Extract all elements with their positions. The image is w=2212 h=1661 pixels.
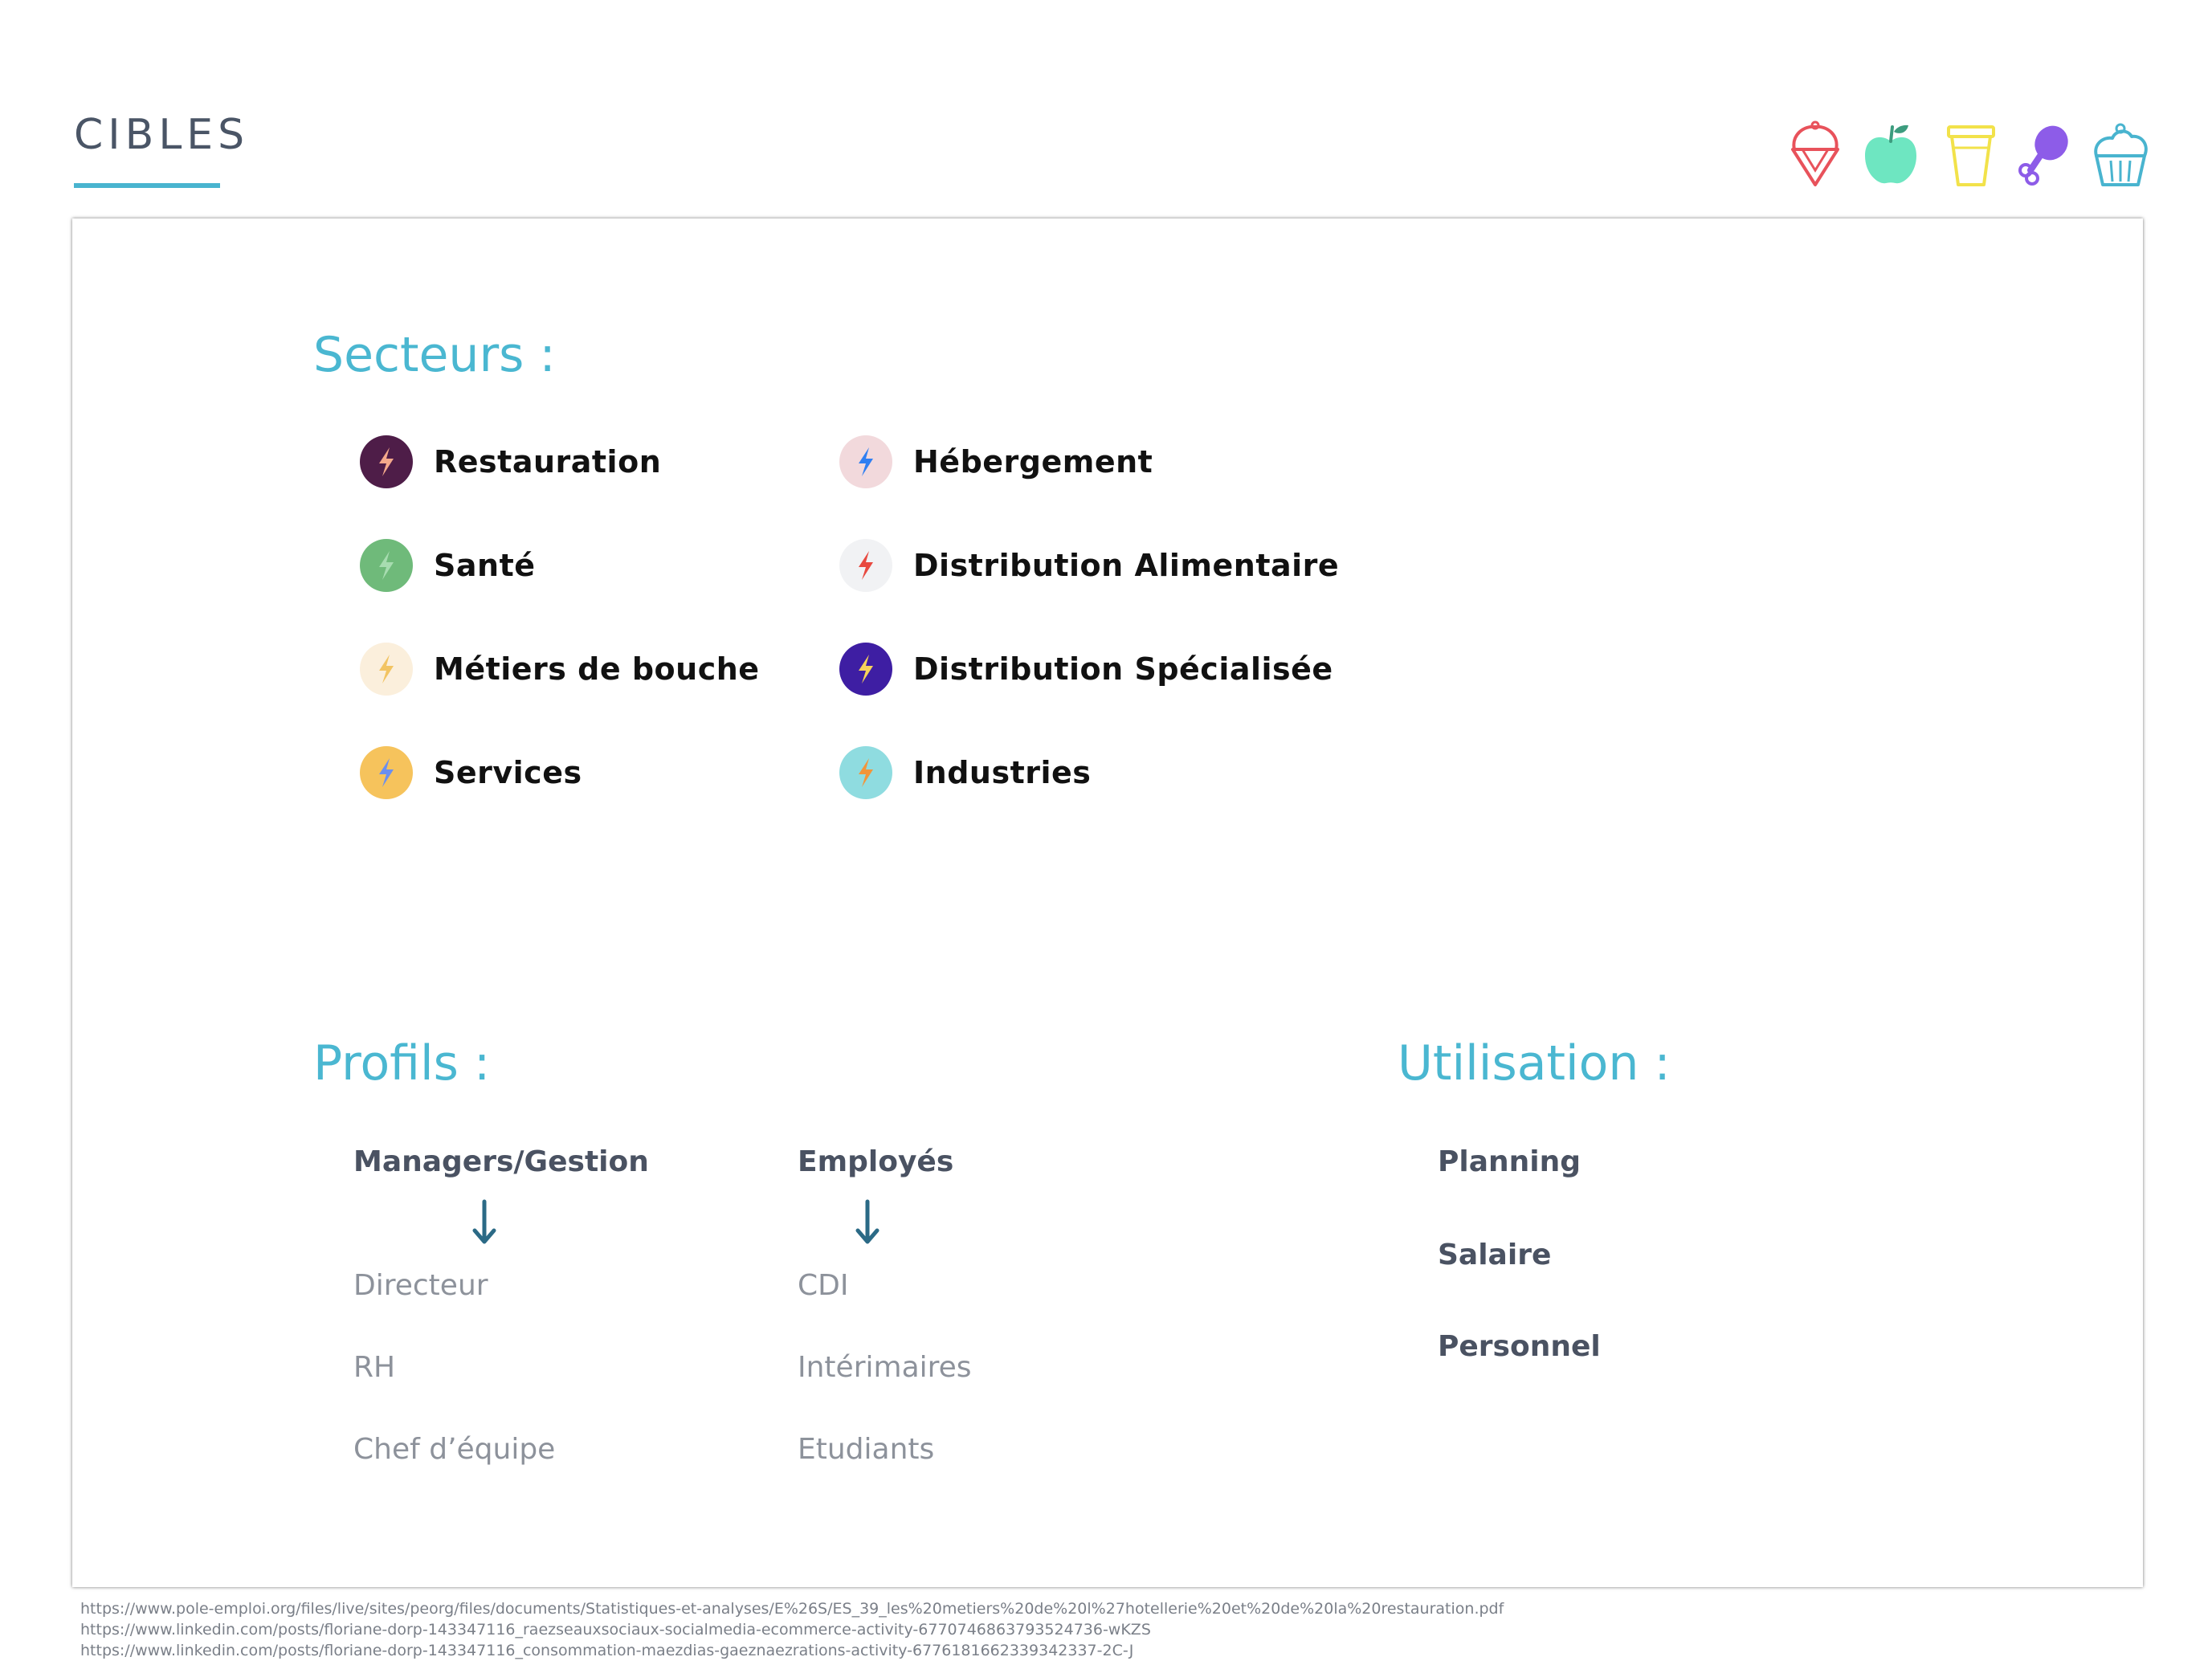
- sector-item-services: Services: [360, 745, 582, 801]
- usage-item: Personnel: [1438, 1330, 1601, 1363]
- sources-list: https://www.pole-emploi.org/files/live/s…: [80, 1598, 1504, 1661]
- page-title: CIBLES: [74, 111, 250, 159]
- profile-item: Chef d’équipe: [353, 1433, 556, 1466]
- profile-item: Etudiants: [798, 1433, 935, 1466]
- sector-badge: [360, 435, 413, 488]
- sector-label: Santé: [434, 548, 536, 583]
- sector-badge: [839, 643, 892, 696]
- usage-item: Planning: [1438, 1145, 1581, 1178]
- sector-label: Industries: [913, 755, 1092, 790]
- cup-icon: [1939, 120, 2003, 188]
- ice-cream-icon: [1783, 120, 1847, 188]
- usage-item: Salaire: [1438, 1239, 1552, 1271]
- cupcake-icon: [2088, 120, 2153, 188]
- sector-badge: [360, 539, 413, 592]
- source-link[interactable]: https://www.linkedin.com/posts/floriane-…: [80, 1619, 1504, 1640]
- profile-item: Intérimaires: [798, 1351, 972, 1384]
- sector-label: Restauration: [434, 444, 662, 480]
- arrow-down-icon: [851, 1198, 884, 1247]
- source-link[interactable]: https://www.linkedin.com/posts/floriane-…: [80, 1640, 1504, 1661]
- sector-label: Distribution Spécialisée: [913, 651, 1333, 687]
- sector-item-metiers-de-bouche: Métiers de bouche: [360, 641, 760, 697]
- bolt-icon: [379, 551, 394, 580]
- employees-title: Employés: [798, 1145, 954, 1178]
- sector-label: Services: [434, 755, 582, 790]
- food-icons: [1783, 120, 2153, 193]
- sector-item-distribution-specialisee: Distribution Spécialisée: [839, 641, 1333, 697]
- sector-item-hebergement: Hébergement: [839, 434, 1153, 490]
- sector-item-industries: Industries: [839, 745, 1091, 801]
- title-underline: [74, 183, 220, 188]
- profile-item: RH: [353, 1351, 396, 1384]
- source-link[interactable]: https://www.pole-emploi.org/files/live/s…: [80, 1598, 1504, 1619]
- profile-item: CDI: [798, 1269, 849, 1302]
- bolt-icon: [859, 447, 873, 476]
- bolt-icon: [379, 758, 394, 787]
- bolt-icon: [859, 551, 873, 580]
- sector-badge: [360, 643, 413, 696]
- arrow-down-icon: [468, 1198, 500, 1247]
- sector-badge: [839, 435, 892, 488]
- sector-badge: [839, 539, 892, 592]
- drumstick-icon: [2011, 120, 2075, 188]
- bolt-icon: [859, 655, 873, 684]
- sector-badge: [360, 746, 413, 799]
- sector-label: Distribution Alimentaire: [913, 548, 1340, 583]
- bolt-icon: [379, 447, 394, 476]
- bolt-icon: [379, 655, 394, 684]
- profiles-heading: Profils :: [313, 1035, 491, 1092]
- apple-icon: [1859, 120, 1923, 188]
- content-card: Secteurs : Restauration Santé Métiers de…: [72, 218, 2143, 1587]
- sector-item-distribution-alimentaire: Distribution Alimentaire: [839, 537, 1339, 594]
- sector-badge: [839, 746, 892, 799]
- sectors-heading: Secteurs :: [313, 327, 556, 383]
- sector-item-restauration: Restauration: [360, 434, 661, 490]
- managers-title: Managers/Gestion: [353, 1145, 649, 1178]
- sector-item-sante: Santé: [360, 537, 536, 594]
- bolt-icon: [859, 758, 873, 787]
- usage-heading: Utilisation :: [1398, 1035, 1671, 1092]
- sector-label: Hébergement: [913, 444, 1153, 480]
- sector-label: Métiers de bouche: [434, 651, 760, 687]
- profile-item: Directeur: [353, 1269, 488, 1302]
